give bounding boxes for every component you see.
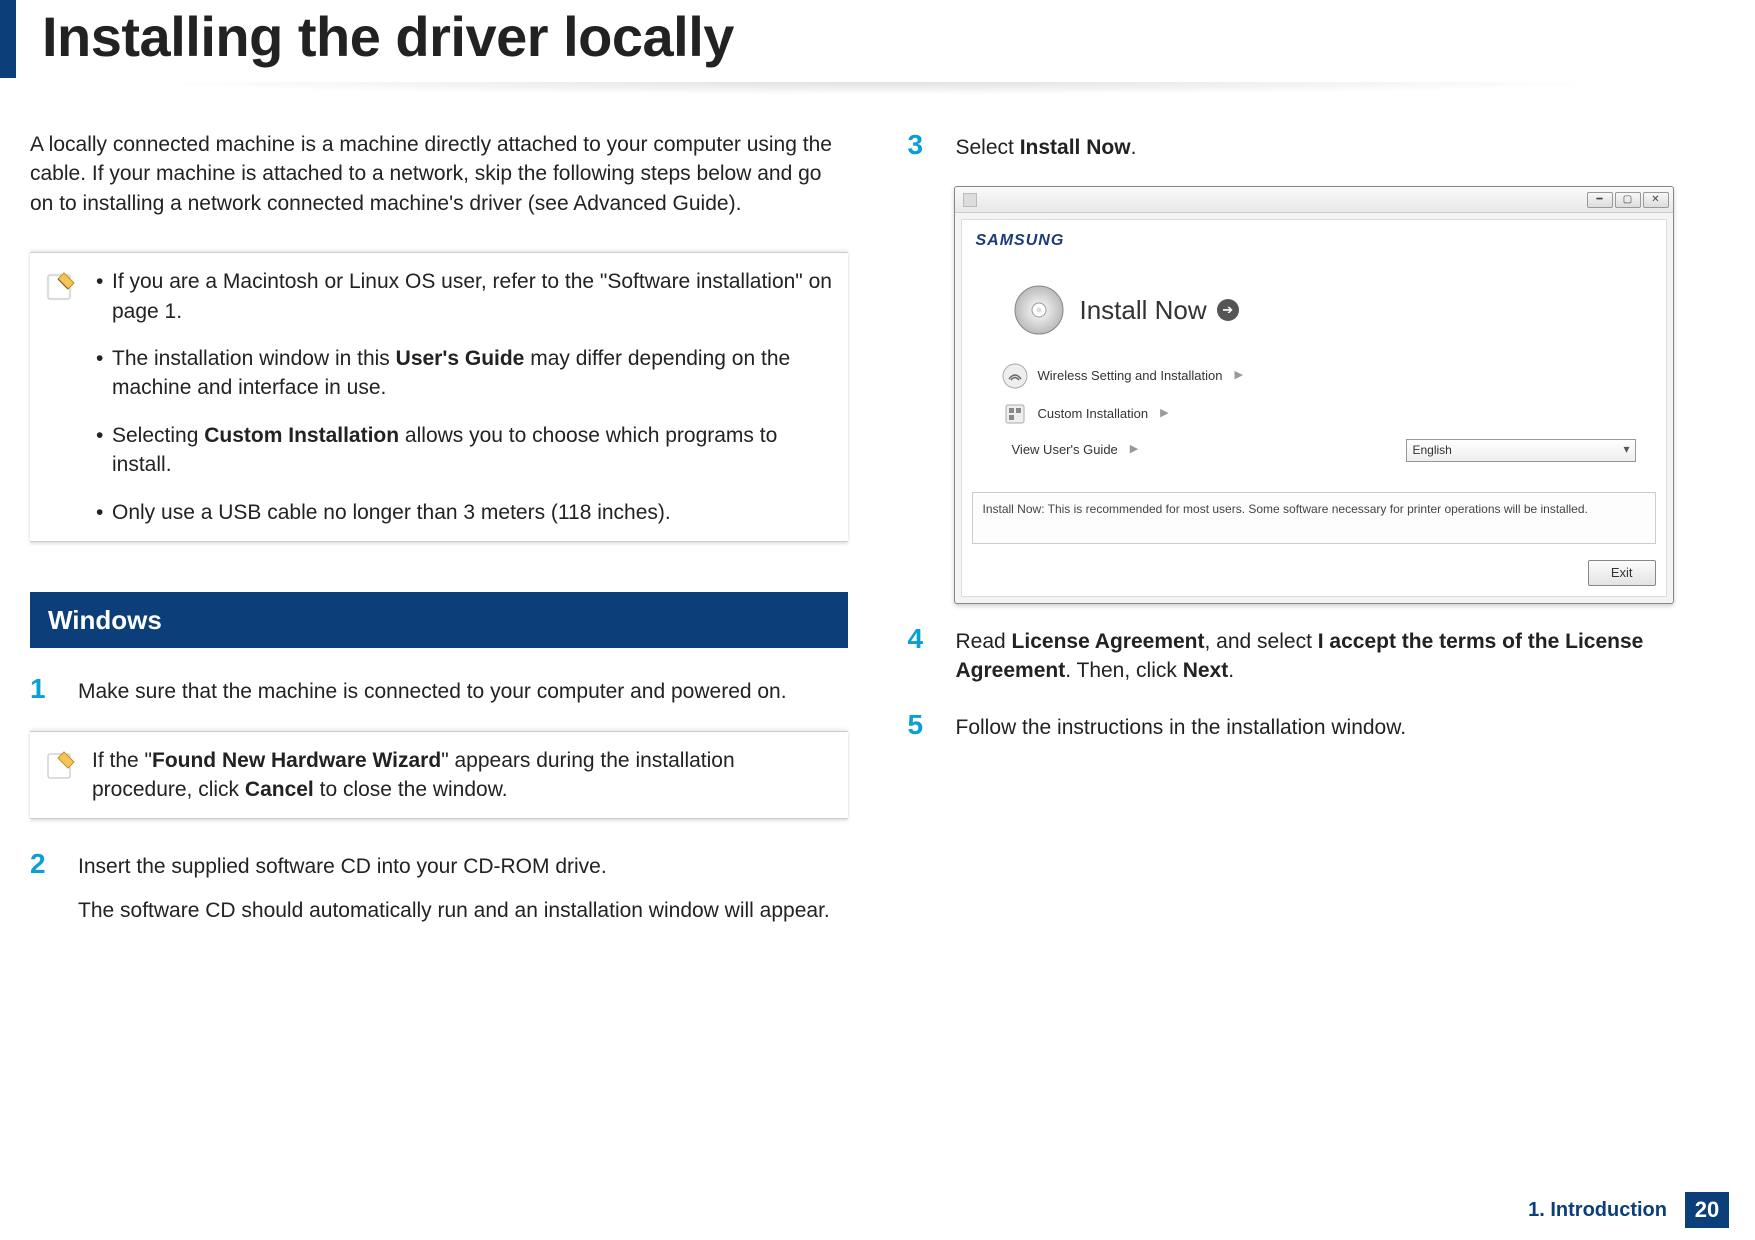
step-1-text: Make sure that the machine is connected … — [78, 677, 848, 706]
page-number: 20 — [1685, 1192, 1729, 1228]
step-2: 2 Insert the supplied software CD into y… — [30, 849, 848, 925]
note-icon — [44, 748, 78, 782]
install-now-option[interactable]: Install Now ➔ — [1002, 273, 1636, 357]
arrow-right-icon: ➔ — [1217, 299, 1239, 321]
step-5-number: 5 — [908, 710, 936, 742]
step-5-text: Follow the instructions in the installat… — [956, 713, 1726, 742]
exit-button[interactable]: Exit — [1588, 560, 1656, 586]
step-1-number: 1 — [30, 674, 58, 706]
step-5: 5 Follow the instructions in the install… — [908, 710, 1726, 742]
note1-bullet-2: The installation window in this User's G… — [92, 344, 838, 403]
footer-section-label: 1. Introduction — [1528, 1199, 1667, 1222]
install-now-label: Install Now — [1080, 292, 1207, 328]
window-icon — [963, 193, 977, 207]
wireless-setting-label: Wireless Setting and Installation — [1038, 367, 1223, 385]
step-2-line1: Insert the supplied software CD into you… — [78, 852, 848, 881]
custom-installation-label: Custom Installation — [1038, 405, 1149, 423]
window-titlebar: ━ ▢ ✕ — [955, 187, 1673, 213]
step-2-line2: The software CD should automatically run… — [78, 896, 848, 925]
language-select[interactable]: English — [1406, 439, 1636, 462]
step-2-number: 2 — [30, 849, 58, 925]
page-footer: 1. Introduction 20 — [1528, 1192, 1729, 1228]
maximize-button[interactable]: ▢ — [1615, 192, 1641, 208]
view-guide-option[interactable]: View User's Guide ▶ — [1002, 441, 1139, 459]
note-icon — [44, 269, 78, 303]
note-box-hardware-wizard: If the "Found New Hardware Wizard" appea… — [30, 731, 848, 820]
section-heading-windows: Windows — [30, 592, 848, 648]
step-3-text: Select Install Now. — [956, 133, 1726, 162]
chevron-right-icon: ▶ — [1234, 368, 1242, 383]
close-button[interactable]: ✕ — [1643, 192, 1669, 208]
right-column: 3 Select Install Now. ━ ▢ ✕ SAMSUNG — [908, 130, 1726, 949]
step-4-text: Read License Agreement, and select I acc… — [956, 627, 1726, 686]
step-3: 3 Select Install Now. — [908, 130, 1726, 162]
step-1: 1 Make sure that the machine is connecte… — [30, 674, 848, 706]
note-box-top: If you are a Macintosh or Linux OS user,… — [30, 252, 848, 542]
page-title: Installing the driver locally — [30, 0, 1755, 69]
step-3-number: 3 — [908, 130, 936, 162]
wireless-icon — [1002, 363, 1028, 389]
header-shadow — [0, 82, 1755, 100]
step-4-number: 4 — [908, 624, 936, 686]
note1-bullet-4: Only use a USB cable no longer than 3 me… — [92, 498, 838, 527]
brand-logo: SAMSUNG — [962, 220, 1666, 256]
chevron-right-icon: ▶ — [1130, 442, 1138, 457]
note1-bullet-3: Selecting Custom Installation allows you… — [92, 421, 838, 480]
view-guide-label: View User's Guide — [1012, 441, 1118, 459]
wireless-setting-option[interactable]: Wireless Setting and Installation ▶ — [1002, 357, 1636, 395]
custom-install-icon — [1002, 401, 1028, 427]
note2-text: If the "Found New Hardware Wizard" appea… — [92, 746, 838, 805]
intro-paragraph: A locally connected machine is a machine… — [30, 130, 848, 218]
minimize-button[interactable]: ━ — [1587, 192, 1613, 208]
chevron-right-icon: ▶ — [1160, 406, 1168, 421]
note1-bullet-1: If you are a Macintosh or Linux OS user,… — [92, 267, 838, 326]
disc-icon — [1012, 283, 1066, 337]
step-4: 4 Read License Agreement, and select I a… — [908, 624, 1726, 686]
left-column: A locally connected machine is a machine… — [30, 130, 848, 949]
installer-window: ━ ▢ ✕ SAMSUNG Install Now ➔ — [954, 186, 1674, 604]
install-info-box: Install Now: This is recommended for mos… — [972, 492, 1656, 544]
custom-installation-option[interactable]: Custom Installation ▶ — [1002, 395, 1636, 433]
